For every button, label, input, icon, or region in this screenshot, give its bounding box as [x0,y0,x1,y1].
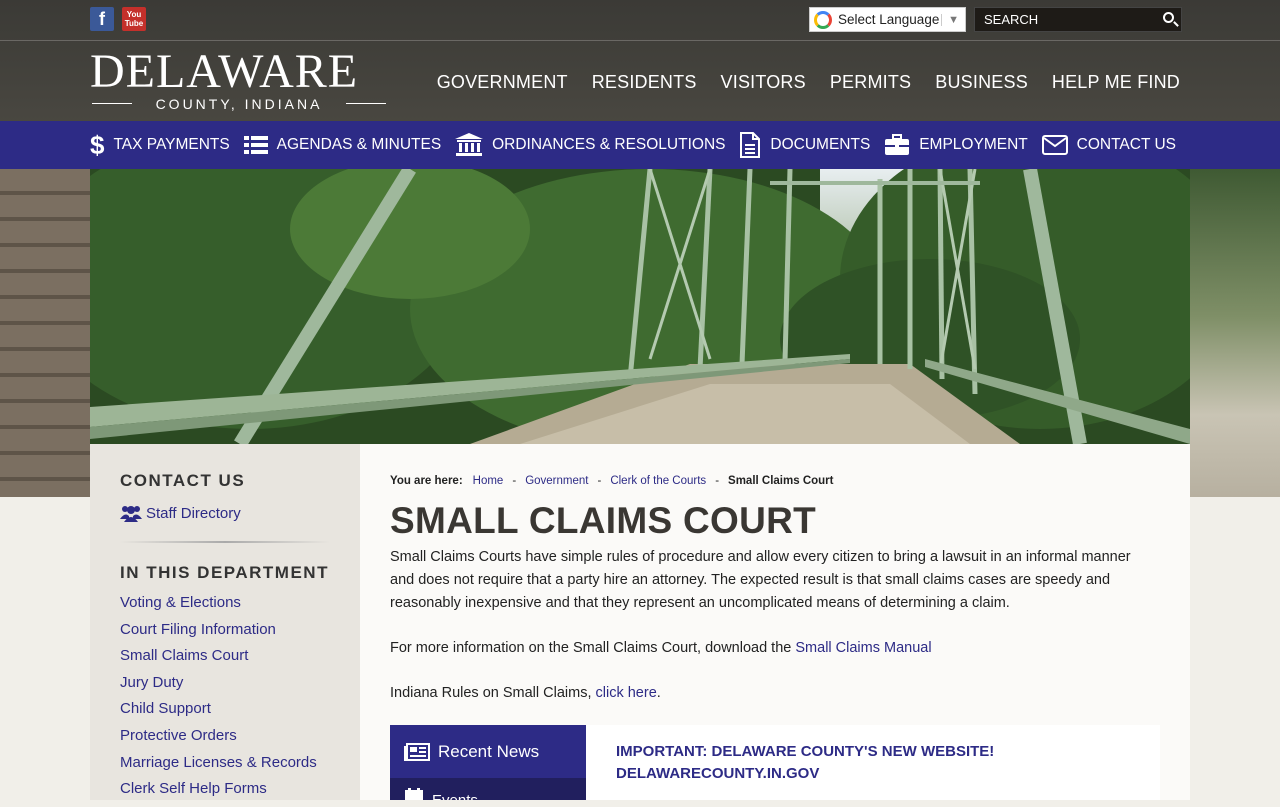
language-select[interactable]: Select Language ▼ [809,7,966,32]
quicklink-label: TAX PAYMENTS [113,136,230,153]
search-box [974,7,1182,32]
list-item: Court Filing Information [120,621,317,648]
search-input[interactable] [975,11,1156,28]
calendar-icon [404,788,424,800]
sidebar: CONTACT US Staff Directory IN THIS DEPAR… [90,444,360,800]
background-riverbank [1190,169,1280,497]
sidebar-link-marriage-licenses[interactable]: Marriage Licenses & Records [120,754,317,771]
background-stone-wall [0,169,90,497]
utility-bar: f You Tube Select Language ▼ [0,0,1280,41]
breadcrumb: You are here: Home - Government - Clerk … [390,475,833,487]
nav-business[interactable]: BUSINESS [935,72,1028,93]
list-icon [243,135,268,155]
breadcrumb-separator: - [715,475,720,487]
search-icon[interactable] [1163,12,1174,23]
document-icon [739,132,761,158]
quicklink-label: EMPLOYMENT [919,136,1028,153]
news-headline-link[interactable]: IMPORTANT: DELAWARE COUNTY'S NEW WEBSITE… [616,741,1136,785]
sidebar-link-small-claims[interactable]: Small Claims Court [120,647,248,664]
youtube-icon-top: You [126,10,142,19]
list-item: Voting & Elections [120,594,317,621]
briefcase-icon [884,134,910,156]
list-item: Marriage Licenses & Records [120,754,317,781]
sidebar-link-protective-orders[interactable]: Protective Orders [120,727,237,744]
sidebar-link-court-filing[interactable]: Court Filing Information [120,621,276,638]
breadcrumb-clerk-of-courts[interactable]: Clerk of the Courts [610,475,706,487]
facebook-icon-letter: f [99,8,105,29]
department-links: Voting & Elections Court Filing Informat… [120,594,317,807]
nav-residents[interactable]: RESIDENTS [592,72,697,93]
list-item: Small Claims Court [120,647,317,674]
staff-directory-link[interactable]: Staff Directory [120,504,241,522]
youtube-icon-bottom: Tube [124,19,144,28]
rules-text: Indiana Rules on Small Claims, [390,685,596,701]
logo-wordmark: DELAWARE [90,45,359,98]
quicklink-agendas-minutes[interactable]: AGENDAS & MINUTES [243,135,442,155]
quicklink-documents[interactable]: DOCUMENTS [739,132,870,158]
nav-government[interactable]: GOVERNMENT [437,72,568,93]
quick-links-bar: $ TAX PAYMENTS AGENDAS & MINUTES ORDINAN… [0,121,1280,169]
tab-events-label: Events [432,792,478,800]
breadcrumb-home[interactable]: Home [473,475,504,487]
language-select-label: Select Language [838,12,940,27]
nav-permits[interactable]: PERMITS [830,72,911,93]
rules-click-here-link[interactable]: click here [596,685,657,701]
quicklink-label: AGENDAS & MINUTES [276,136,442,153]
list-item: Clerk Self Help Forms [120,780,317,807]
breadcrumb-separator: - [512,475,517,487]
institution-icon [455,133,484,157]
tab-recent-news-label: Recent News [438,741,540,761]
quicklink-label: ORDINANCES & RESOLUTIONS [492,136,726,153]
tab-events[interactable]: Events [390,778,586,800]
users-icon [120,504,142,522]
sidebar-divider [120,541,330,543]
quicklink-employment[interactable]: EMPLOYMENT [884,134,1028,156]
list-item: Child Support [120,700,317,727]
department-heading: IN THIS DEPARTMENT [120,563,329,582]
logo-subtitle: COUNTY, INDIANA [90,96,388,112]
breadcrumb-government[interactable]: Government [525,475,588,487]
quicklink-contact-us[interactable]: CONTACT US [1041,135,1176,155]
google-icon [814,10,832,29]
quicklink-label: DOCUMENTS [770,136,871,153]
facebook-icon[interactable]: f [90,7,114,31]
sidebar-link-jury-duty[interactable]: Jury Duty [120,674,183,691]
nav-visitors[interactable]: VISITORS [721,72,806,93]
sidebar-link-voting-elections[interactable]: Voting & Elections [120,594,241,611]
list-item: Protective Orders [120,727,317,754]
newspaper-icon [404,742,430,761]
rules-period: . [656,685,661,701]
tab-recent-news[interactable]: Recent News [390,725,586,778]
sidebar-link-self-help-forms[interactable]: Clerk Self Help Forms [120,780,267,797]
dollar-icon: $ [90,129,105,160]
hero-image-bridge [90,169,1190,444]
news-widget: Recent News Events IMPORTANT: DELAWARE C… [390,725,1160,800]
manual-text: For more information on the Small Claims… [390,640,796,656]
quicklink-ordinances-resolutions[interactable]: ORDINANCES & RESOLUTIONS [455,133,725,157]
news-headline-line1: IMPORTANT: DELAWARE COUNTY'S NEW WEBSITE… [616,743,995,760]
news-headline-line2: DELAWARECOUNTY.IN.GOV [616,765,820,782]
intro-paragraph: Small Claims Courts have simple rules of… [390,549,1131,611]
list-item: Jury Duty [120,674,317,701]
breadcrumb-label: You are here: [390,475,463,487]
main-content: You are here: Home - Government - Clerk … [360,444,1190,800]
staff-directory-label: Staff Directory [146,504,241,522]
manual-paragraph: For more information on the Small Claims… [390,637,1150,660]
small-claims-manual-link[interactable]: Small Claims Manual [795,640,931,656]
envelope-icon [1041,135,1068,155]
site-logo[interactable]: DELAWARE COUNTY, INDIANA [90,47,390,113]
nav-help-me-find[interactable]: HELP ME FIND [1052,72,1180,93]
page-title: SMALL CLAIMS COURT [390,500,817,541]
breadcrumb-current: Small Claims Court [728,475,834,487]
breadcrumb-separator: - [597,475,602,487]
rules-paragraph: Indiana Rules on Small Claims, click her… [390,682,1150,705]
youtube-icon[interactable]: You Tube [122,7,146,31]
main-nav: GOVERNMENT RESIDENTS VISITORS PERMITS BU… [437,72,1180,93]
quicklink-tax-payments[interactable]: $ TAX PAYMENTS [90,130,230,161]
contact-heading: CONTACT US [120,471,246,490]
sidebar-link-child-support[interactable]: Child Support [120,700,211,717]
quicklink-label: CONTACT US [1076,136,1176,153]
chevron-down-icon: ▼ [941,13,959,26]
